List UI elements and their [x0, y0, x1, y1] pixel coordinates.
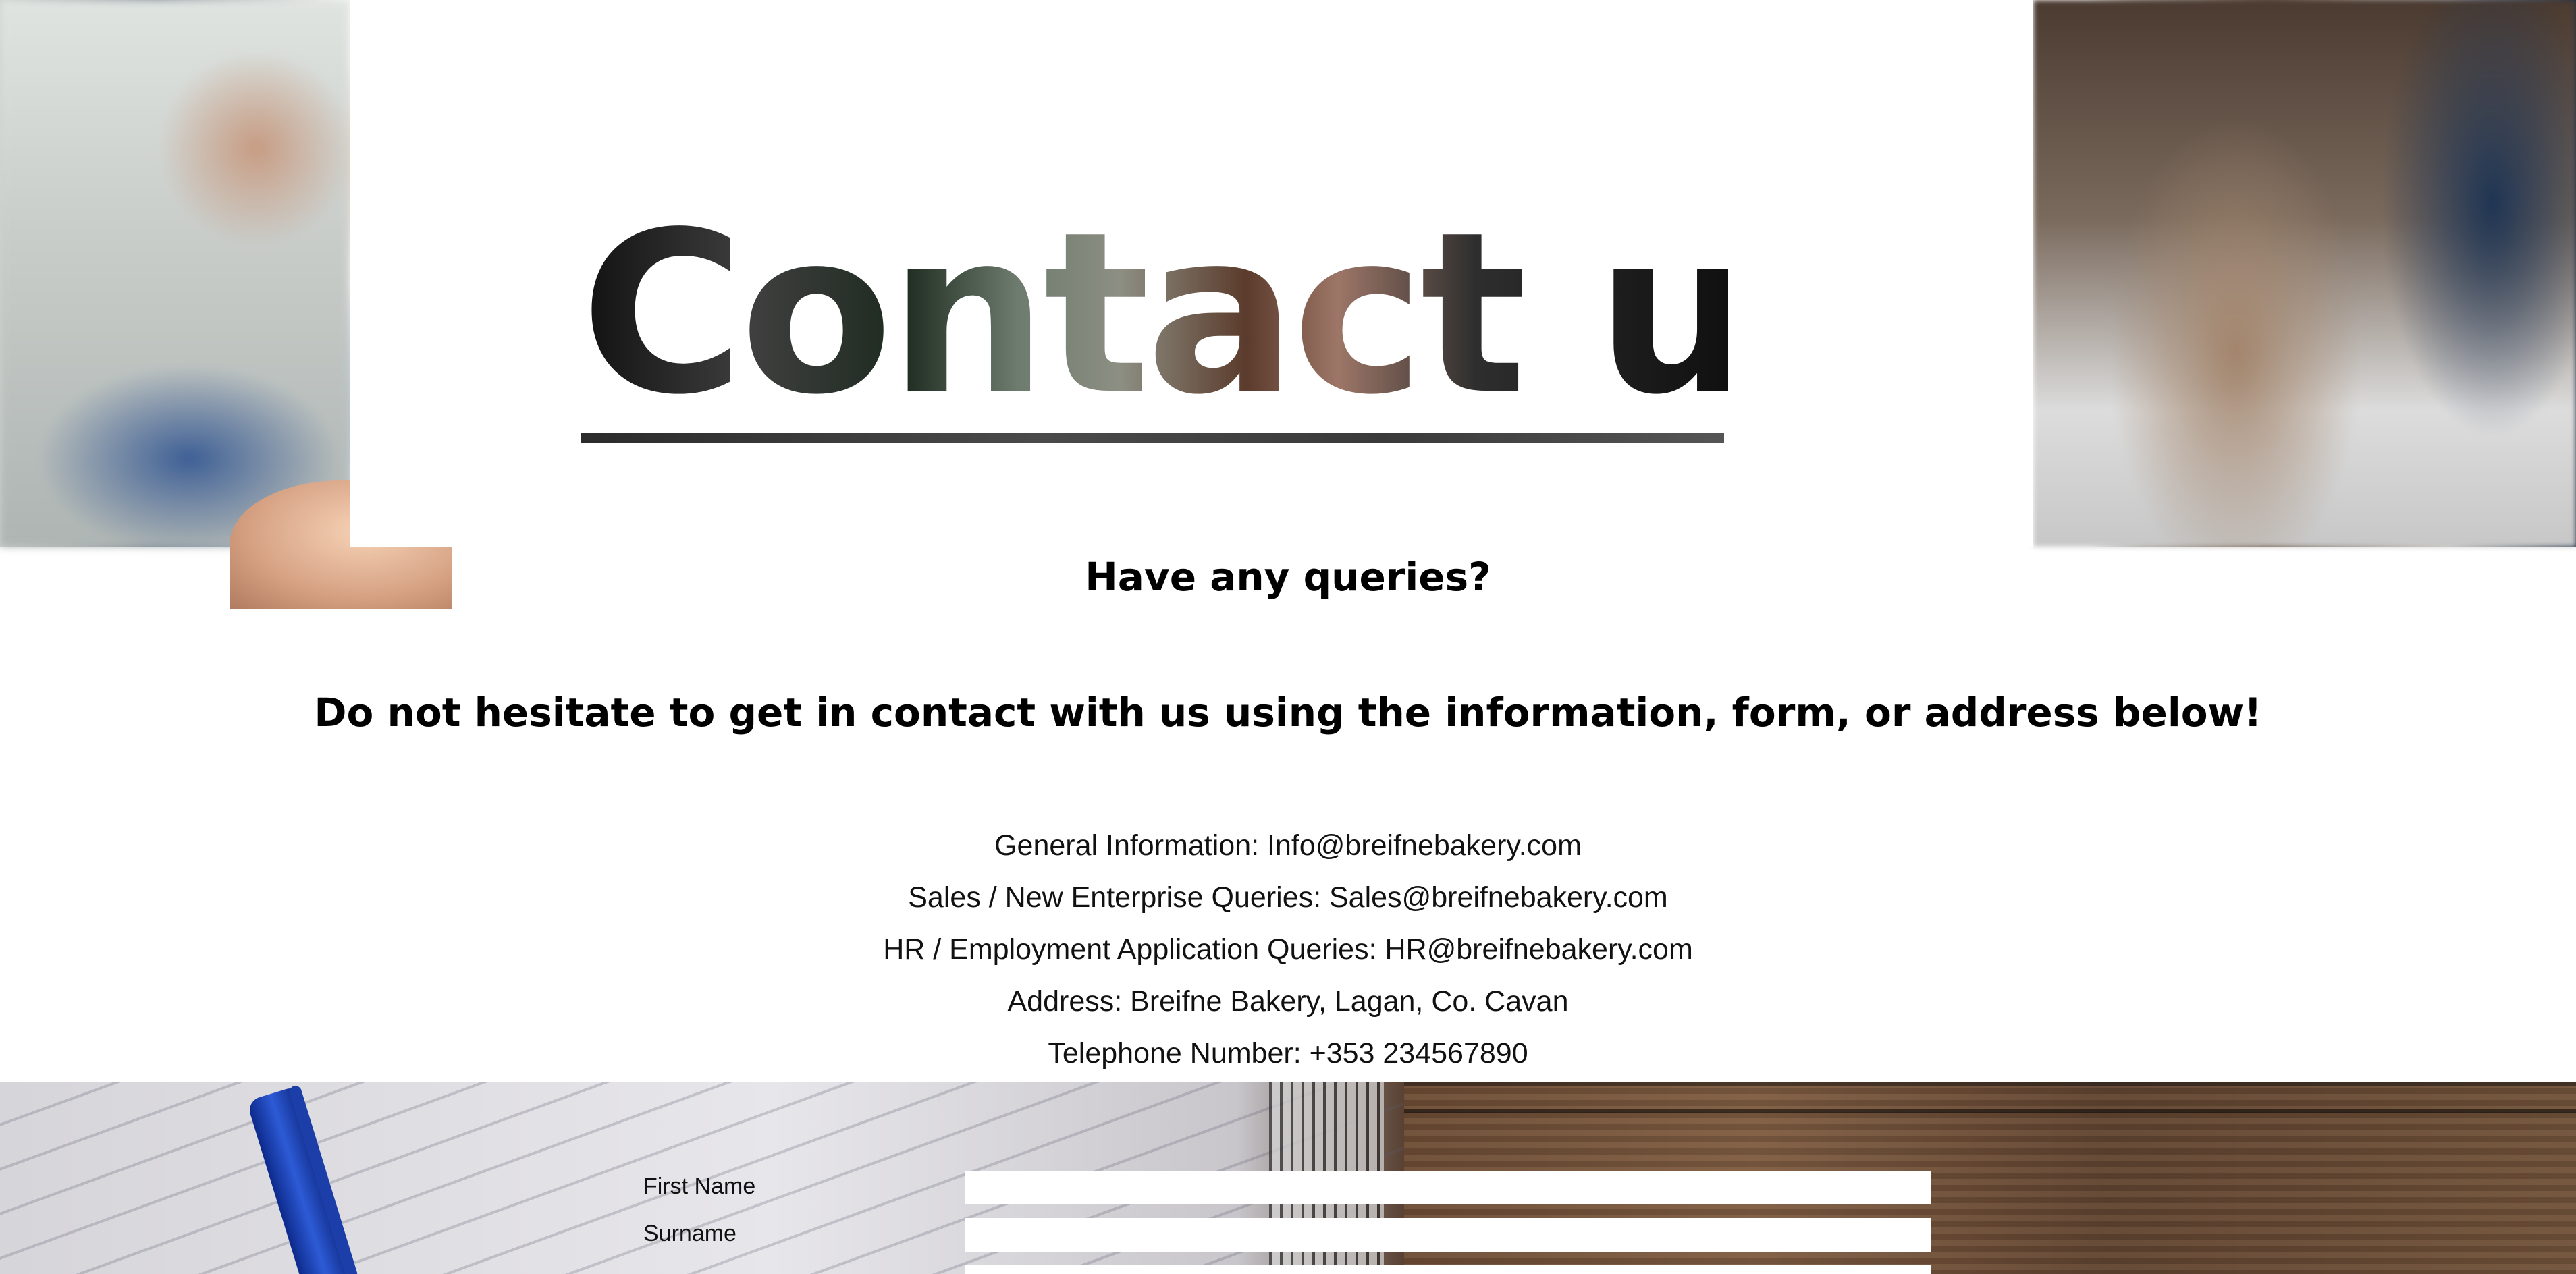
- info-sales-email: Sales / New Enterprise Queries: Sales@br…: [908, 881, 1668, 914]
- info-address: Address: Breifne Bakery, Lagan, Co. Cava…: [1007, 985, 1569, 1018]
- surname-input[interactable]: [965, 1218, 1931, 1252]
- next-form-field-input[interactable]: [965, 1265, 1931, 1274]
- page-title: Contact us: [581, 184, 1883, 443]
- info-general-email: General Information: Info@breifnebakery.…: [994, 829, 1582, 862]
- surname-label: Surname: [643, 1221, 736, 1246]
- first-name-input[interactable]: [965, 1171, 1931, 1204]
- info-hr-email: HR / Employment Application Queries: HR@…: [883, 933, 1693, 966]
- contact-form-section: First Name Surname: [0, 1082, 2576, 1274]
- contact-info-list: General Information: Info@breifnebakery.…: [0, 820, 2576, 1080]
- first-name-label: First Name: [643, 1173, 756, 1199]
- hero-photo-left-person: [0, 0, 350, 547]
- queries-heading: Have any queries?: [1085, 554, 1491, 600]
- title-underline: [581, 433, 1724, 443]
- contact-lead-text: Do not hesitate to get in contact with u…: [314, 690, 2262, 736]
- info-telephone: Telephone Number: +353 234567890: [1048, 1037, 1528, 1070]
- hero-photo-right-person: [2033, 0, 2576, 547]
- hero-banner: Contact us: [0, 0, 2576, 609]
